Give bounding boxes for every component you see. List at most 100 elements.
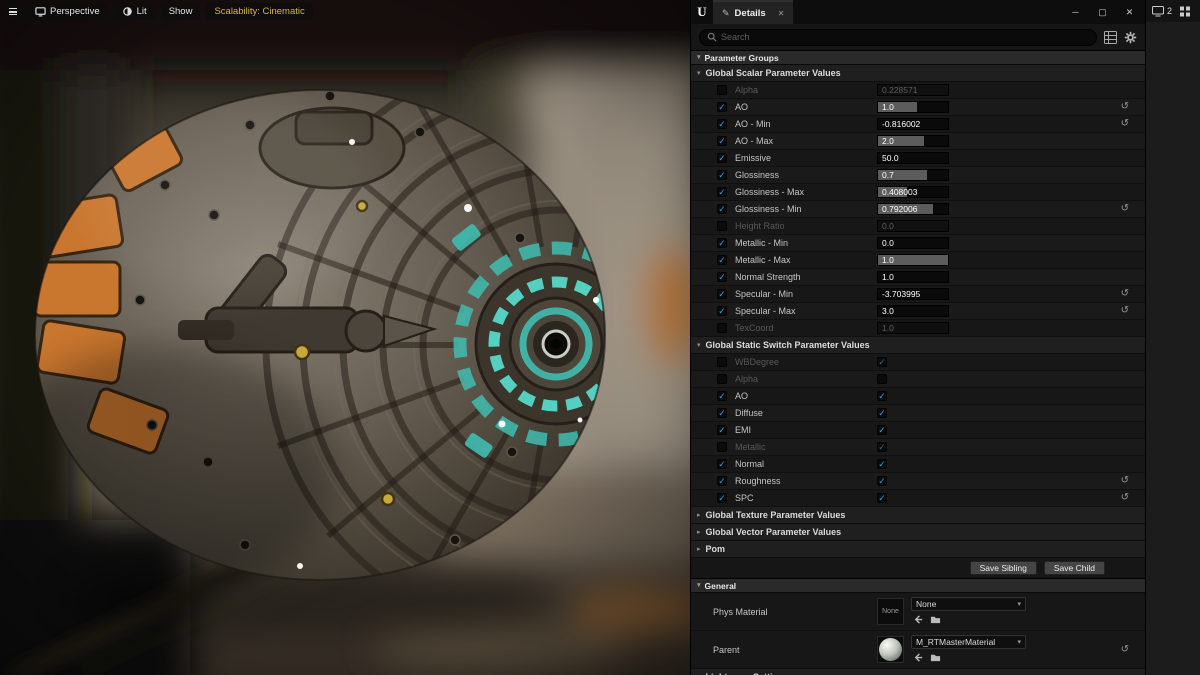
viewport-menu-button[interactable] — [4, 3, 21, 20]
parameter-value-slider[interactable]: 1.0 — [877, 271, 949, 283]
parameter-enable-checkbox[interactable] — [717, 442, 727, 452]
parameter-enable-checkbox[interactable] — [717, 493, 727, 503]
reset-to-default-icon[interactable]: ↺ — [1121, 201, 1129, 217]
tab-details[interactable]: ✎ Details ✕ — [713, 0, 794, 24]
parameter-enable-checkbox[interactable] — [717, 272, 727, 282]
category-lightmass-settings[interactable]: ▸ Lightmass Settings — [691, 669, 1145, 675]
view-options-icon[interactable] — [1104, 30, 1117, 44]
panel-menu-button[interactable] — [1179, 6, 1191, 17]
use-selected-asset-icon[interactable] — [913, 614, 924, 625]
parameter-enable-checkbox[interactable] — [717, 221, 727, 231]
show-button[interactable]: Show — [160, 3, 201, 20]
reset-to-default-icon[interactable]: ↺ — [1121, 286, 1129, 302]
parameter-value-slider[interactable]: 0.228571 — [877, 84, 949, 96]
chevron-down-icon: ▾ — [697, 341, 701, 349]
reset-to-default-icon[interactable]: ↺ — [1121, 116, 1129, 132]
category-global-switch[interactable]: ▾ Global Static Switch Parameter Values — [691, 337, 1145, 354]
parameter-enable-checkbox[interactable] — [717, 187, 727, 197]
parameter-enable-checkbox[interactable] — [717, 476, 727, 486]
parameter-value-slider[interactable]: 0.0 — [877, 220, 949, 232]
parameter-enable-checkbox[interactable] — [717, 85, 727, 95]
parameter-category-collapsed[interactable]: ▸ Global Texture Parameter Values — [691, 507, 1145, 524]
close-button[interactable]: ✕ — [1116, 0, 1143, 24]
lit-mode-button[interactable]: Lit — [113, 3, 155, 20]
category-global-scalar[interactable]: ▾ Global Scalar Parameter Values — [691, 65, 1145, 82]
parameter-value-checkbox[interactable] — [877, 357, 887, 367]
phys-material-thumbnail[interactable]: None — [877, 598, 904, 625]
parameter-enable-checkbox[interactable] — [717, 425, 727, 435]
parameter-enable-checkbox[interactable] — [717, 357, 727, 367]
phys-material-dropdown[interactable]: None ▾ — [911, 597, 1026, 611]
parameter-enable-checkbox[interactable] — [717, 136, 727, 146]
parameter-value-slider[interactable]: 2.0 — [877, 135, 949, 147]
browse-to-asset-icon[interactable] — [930, 652, 941, 663]
parameter-value-checkbox[interactable] — [877, 425, 887, 435]
section-general[interactable]: ▾ General — [691, 578, 1145, 593]
reset-to-default-icon[interactable]: ↺ — [1121, 473, 1129, 489]
switch-parameter-list: WBDegree ↺ Alpha ↺ AO ↺ Diffuse ↺ EMI ↺ … — [691, 354, 1145, 507]
minimize-button[interactable]: ─ — [1062, 0, 1089, 24]
parameter-value-slider[interactable]: 0.7 — [877, 169, 949, 181]
parameter-name: Normal Strength — [735, 272, 801, 282]
parameter-value-checkbox[interactable] — [877, 374, 887, 384]
parameter-enable-checkbox[interactable] — [717, 408, 727, 418]
material-sphere-preview — [879, 638, 902, 661]
parameter-enable-checkbox[interactable] — [717, 289, 727, 299]
parameter-enable-checkbox[interactable] — [717, 119, 727, 129]
parameter-enable-checkbox[interactable] — [717, 459, 727, 469]
section-parameter-groups[interactable]: ▾ Parameter Groups — [691, 50, 1145, 65]
parameter-value-checkbox[interactable] — [877, 476, 887, 486]
main-window-edge: 2 — [1145, 0, 1200, 675]
save-sibling-button[interactable]: Save Sibling — [969, 561, 1037, 575]
parameter-enable-checkbox[interactable] — [717, 153, 727, 163]
parameter-value-checkbox[interactable] — [877, 493, 887, 503]
settings-gear-icon[interactable] — [1124, 31, 1137, 44]
save-child-button[interactable]: Save Child — [1043, 561, 1105, 575]
parameter-value-checkbox[interactable] — [877, 442, 887, 452]
parameter-value-slider[interactable]: 1.0 — [877, 254, 949, 266]
parameter-enable-checkbox[interactable] — [717, 204, 727, 214]
switch-parameter-row: WBDegree ↺ — [691, 354, 1145, 371]
parameter-value-slider[interactable]: 0.792006 — [877, 203, 949, 215]
show-label: Show — [168, 6, 193, 17]
search-box[interactable] — [699, 28, 1097, 46]
parameter-enable-checkbox[interactable] — [717, 102, 727, 112]
details-window-titlebar[interactable]: U ✎ Details ✕ ─ ▢ ✕ — [691, 0, 1145, 24]
parameter-enable-checkbox[interactable] — [717, 306, 727, 316]
parameter-value-checkbox[interactable] — [877, 391, 887, 401]
reset-to-default-icon[interactable]: ↺ — [1121, 303, 1129, 319]
parameter-category-collapsed[interactable]: ▸ Global Vector Parameter Values — [691, 524, 1145, 541]
parameter-value-slider[interactable]: -0.816002 — [877, 118, 949, 130]
parameter-value-slider[interactable]: -3.703995 — [877, 288, 949, 300]
parameter-enable-checkbox[interactable] — [717, 255, 727, 265]
parent-material-thumbnail[interactable] — [877, 636, 904, 663]
parameter-value-slider[interactable]: 0.408003 — [877, 186, 949, 198]
parameter-enable-checkbox[interactable] — [717, 170, 727, 180]
parameter-enable-checkbox[interactable] — [717, 238, 727, 248]
browse-to-asset-icon[interactable] — [930, 614, 941, 625]
parameter-value-slider[interactable]: 3.0 — [877, 305, 949, 317]
parameter-enable-checkbox[interactable] — [717, 391, 727, 401]
use-selected-asset-icon[interactable] — [913, 652, 924, 663]
parameter-enable-checkbox[interactable] — [717, 323, 727, 333]
viewport-layout-button[interactable]: 2 — [1152, 5, 1172, 17]
search-input[interactable] — [721, 32, 1089, 42]
reset-to-default-icon[interactable]: ↺ — [1121, 631, 1129, 669]
viewport-3d-scene[interactable]: Perspective Lit Show Scalability: Cinema… — [0, 0, 690, 675]
reset-to-default-icon[interactable]: ↺ — [1121, 99, 1129, 115]
parameter-category-collapsed[interactable]: ▸ Pom — [691, 541, 1145, 558]
parameter-value-checkbox[interactable] — [877, 459, 887, 469]
tab-close-icon[interactable]: ✕ — [778, 9, 785, 18]
parameter-value-checkbox[interactable] — [877, 408, 887, 418]
scalability-button[interactable]: Scalability: Cinematic — [206, 3, 313, 20]
perspective-button[interactable]: Perspective — [27, 3, 108, 20]
parameter-value-slider[interactable]: 50.0 — [877, 152, 949, 164]
parameter-value-slider[interactable]: 0.0 — [877, 237, 949, 249]
parent-material-dropdown[interactable]: M_RTMasterMaterial ▾ — [911, 635, 1026, 649]
parameter-value-slider[interactable]: 1.0 — [877, 101, 949, 113]
reset-to-default-icon[interactable]: ↺ — [1121, 490, 1129, 506]
scalar-parameter-row: AO - Min -0.816002 ↺ — [691, 116, 1145, 133]
parameter-enable-checkbox[interactable] — [717, 374, 727, 384]
parameter-value-slider[interactable]: 1.0 — [877, 322, 949, 334]
maximize-button[interactable]: ▢ — [1089, 0, 1116, 24]
